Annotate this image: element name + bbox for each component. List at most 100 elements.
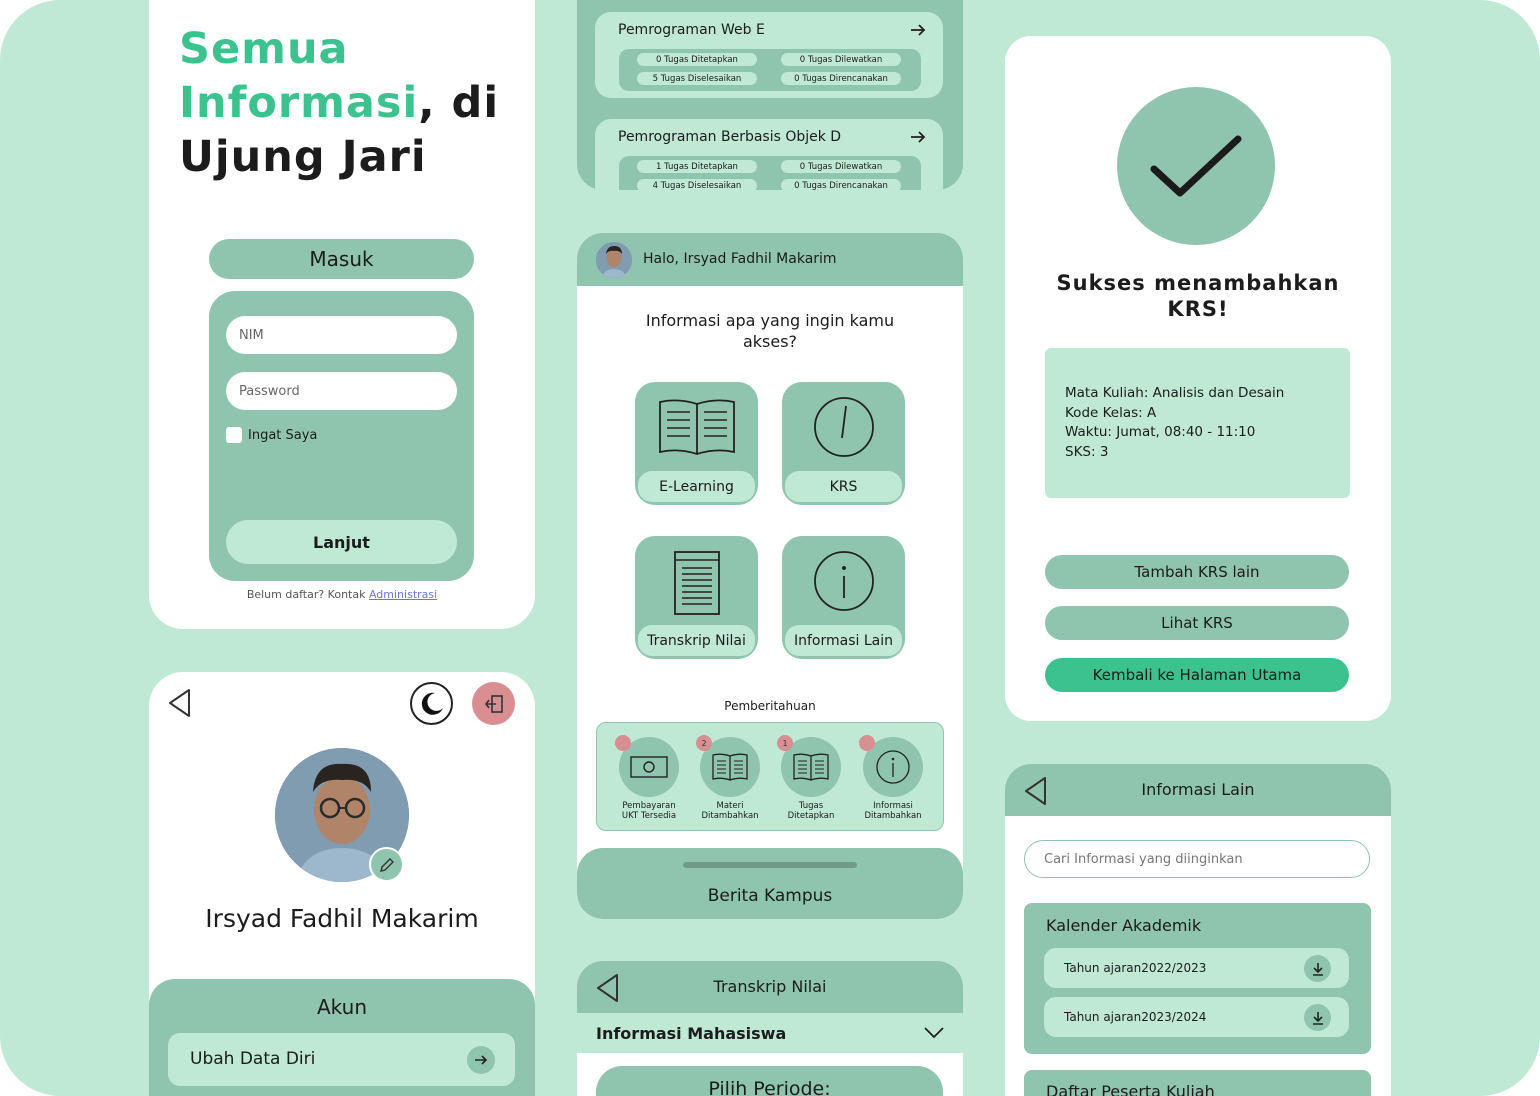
book-icon: 2 (696, 735, 760, 797)
news-title: Berita Kampus (707, 886, 833, 906)
notification-item[interactable]: Pembayaran UKT Tersedia (614, 735, 684, 821)
menu-transcript[interactable]: Transkrip Nilai (635, 536, 758, 659)
book-icon: 1 (777, 735, 841, 797)
account-section: Akun Ubah Data Diri (149, 979, 535, 1096)
year-prefix: Tahun ajaran (1064, 961, 1142, 975)
password-input[interactable]: Password (226, 372, 457, 410)
info-header: Informasi Lain (1005, 764, 1391, 816)
info-title: Informasi Lain (1141, 780, 1255, 799)
news-sheet[interactable]: Berita Kampus (577, 848, 963, 919)
notification-item[interactable]: 1 Tugas Ditetapkan (776, 735, 846, 821)
headline: Semua Informasi, di Ujung Jari (179, 22, 499, 184)
detail-credits: SKS: 3 (1065, 443, 1109, 460)
notification-badge: 1 (777, 735, 793, 751)
period-selector[interactable]: Pilih Periode: (596, 1066, 943, 1096)
detail-course: Mata Kuliah: Analisis dan Desain (1065, 385, 1285, 401)
moon-icon[interactable] (410, 682, 453, 725)
transcript-card: Transkrip Nilai Informasi Mahasiswa Pili… (577, 961, 963, 1096)
course-title: Pemrograman Berbasis Objek D (618, 129, 842, 145)
notification-badge: 2 (696, 735, 712, 751)
arrow-right-icon[interactable] (909, 20, 927, 44)
admin-link[interactable]: Administrasi (369, 588, 437, 601)
stat-tag: 0 Tugas Dilewatkan (781, 53, 901, 66)
detail-class: Kode Kelas: A (1065, 404, 1157, 421)
home-card: Halo, Irsyad Fadhil Makarim Informasi ap… (577, 233, 963, 919)
password-placeholder: Password (239, 383, 300, 399)
submit-label: Lanjut (313, 532, 370, 552)
course-stats: 0 Tugas Ditetapkan 0 Tugas Dilewatkan 5 … (619, 49, 921, 91)
back-home-button[interactable]: Kembali ke Halaman Utama (1045, 658, 1349, 692)
download-icon[interactable] (1304, 955, 1331, 982)
menu-label: KRS (785, 471, 902, 502)
avatar (596, 242, 632, 278)
arrow-right-icon[interactable] (909, 127, 927, 151)
year-prefix: Tahun ajaran (1064, 1010, 1142, 1024)
profile-name: Irsyad Fadhil Makarim (205, 904, 479, 933)
notification-badge (859, 735, 875, 751)
submit-button[interactable]: Lanjut (226, 520, 457, 564)
open-book-icon (635, 396, 758, 458)
notification-label: Informasi Ditambahkan (864, 801, 922, 821)
pencil-icon[interactable] (369, 847, 404, 882)
money-icon (615, 735, 679, 797)
stat-tag: 1 Tugas Ditetapkan (637, 160, 757, 173)
elearning-card: Pemrograman Web E 0 Tugas Ditetapkan 0 T… (577, 0, 963, 190)
info-icon (859, 735, 923, 797)
account-title: Akun (317, 995, 367, 1019)
stat-tag: 5 Tugas Diselesaikan (637, 72, 757, 85)
info-search-input[interactable]: Cari Informasi yang diinginkan (1024, 840, 1370, 878)
menu-elearning[interactable]: E-Learning (635, 382, 758, 505)
login-card: Semua Informasi, di Ujung Jari Masuk NIM… (149, 0, 535, 629)
profile-card: Irsyad Fadhil Makarim Akun Ubah Data Dir… (149, 672, 535, 1096)
notification-badge (615, 735, 631, 751)
year-row-2022[interactable]: Tahun ajaran 2022/2023 (1044, 948, 1349, 988)
remember-row: Ingat Saya (226, 427, 317, 443)
info-card: Informasi Lain Cari Informasi yang diing… (1005, 764, 1391, 1096)
drag-handle[interactable] (683, 862, 857, 868)
course-stats: 1 Tugas Ditetapkan 0 Tugas Dilewatkan 4 … (619, 156, 921, 190)
notification-item[interactable]: Informasi Ditambahkan (858, 735, 928, 821)
edit-profile-item[interactable]: Ubah Data Diri (168, 1033, 515, 1086)
student-info-accordion[interactable]: Informasi Mahasiswa (577, 1013, 963, 1053)
notification-item[interactable]: 2 Materi Ditambahkan (695, 735, 765, 821)
headline-line1: Semua (179, 24, 349, 74)
clock-icon (782, 396, 905, 458)
stat-tag: 0 Tugas Dilewatkan (781, 160, 901, 173)
chevron-down-icon[interactable] (923, 1025, 945, 1044)
check-icon (1117, 87, 1275, 245)
back-arrow-icon[interactable] (167, 688, 193, 722)
course-card[interactable]: Pemrograman Web E 0 Tugas Ditetapkan 0 T… (595, 12, 943, 98)
view-krs-button[interactable]: Lihat KRS (1045, 606, 1349, 640)
nim-input[interactable]: NIM (226, 316, 457, 354)
headline-accent: Informasi (179, 78, 419, 128)
logout-icon[interactable] (472, 682, 515, 725)
canvas: Semua Informasi, di Ujung Jari Masuk NIM… (0, 0, 1540, 1096)
year-row-2023[interactable]: Tahun ajaran 2023/2024 (1044, 997, 1349, 1037)
remember-checkbox[interactable] (226, 427, 242, 443)
period-label: Pilih Periode: (708, 1078, 831, 1096)
transcript-title: Transkrip Nilai (713, 977, 827, 996)
year-value: 2023/2024 (1141, 1010, 1207, 1024)
greeting: Halo, Irsyad Fadhil Makarim (643, 251, 837, 267)
home-question: Informasi apa yang ingin kamu akses? (645, 311, 895, 351)
stat-tag: 0 Tugas Ditetapkan (637, 53, 757, 66)
menu-info[interactable]: Informasi Lain (782, 536, 905, 659)
info-icon (782, 550, 905, 612)
menu-krs[interactable]: KRS (782, 382, 905, 505)
year-value: 2022/2023 (1141, 961, 1207, 975)
participants-section[interactable]: Daftar Peserta Kuliah (1024, 1070, 1371, 1096)
nim-placeholder: NIM (239, 327, 264, 343)
document-icon (635, 550, 758, 616)
participants-title: Daftar Peserta Kuliah (1046, 1082, 1215, 1096)
success-title: Sukses menambahkan KRS! (1056, 271, 1340, 321)
download-icon[interactable] (1304, 1004, 1331, 1031)
notifications-panel: Pembayaran UKT Tersedia 2 Materi Ditamba… (596, 722, 944, 831)
course-card[interactable]: Pemrograman Berbasis Objek D 1 Tugas Dit… (595, 119, 943, 190)
search-placeholder: Cari Informasi yang diinginkan (1044, 851, 1243, 867)
menu-label: Transkrip Nilai (638, 625, 755, 656)
calendar-title: Kalender Akademik (1046, 916, 1202, 935)
home-header: Halo, Irsyad Fadhil Makarim (577, 233, 963, 286)
notifications-title: Pemberitahuan (724, 699, 816, 713)
add-krs-button[interactable]: Tambah KRS lain (1045, 555, 1349, 589)
menu-label: E-Learning (638, 471, 755, 502)
